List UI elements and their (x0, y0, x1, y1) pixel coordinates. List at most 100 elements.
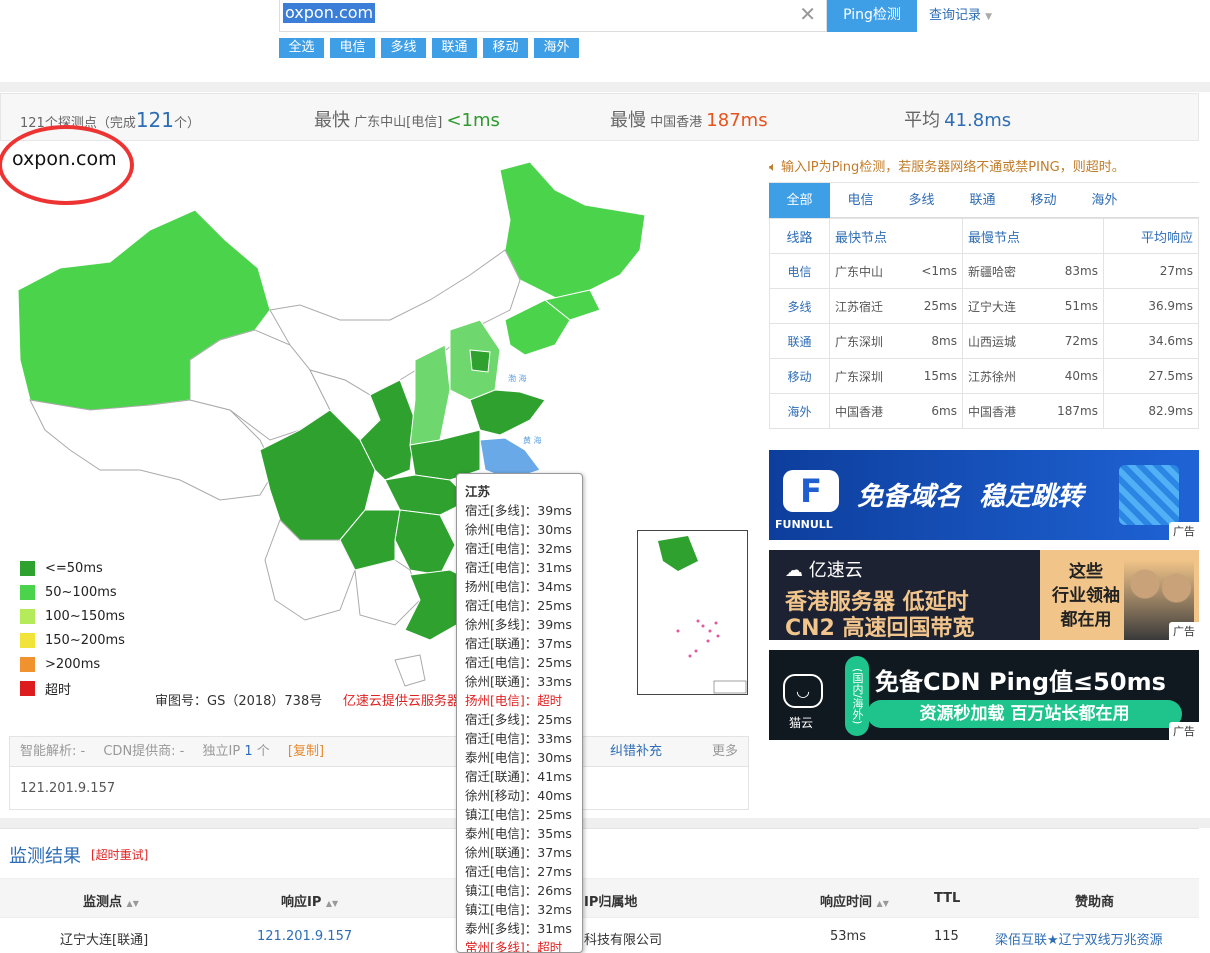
filter-telecom[interactable]: 电信 (330, 38, 375, 58)
ad-banner-funnull[interactable]: F FUNNULL 免备域名 稳定跳转 广告 (769, 450, 1199, 540)
fast-node: 广东中山 (829, 253, 905, 289)
dns-info-panel: 智能解析: - CDN提供商: - 独立IP 1 个 [复制] 纠错补充 更多 … (9, 736, 749, 810)
retry-timeout-button[interactable]: [超时重试] (91, 846, 148, 863)
legend-item: 100~150ms (20, 604, 125, 628)
filter-mobile[interactable]: 移动 (483, 38, 528, 58)
slow-node: 中国香港 (962, 393, 1043, 429)
region-shandong (469, 389, 546, 436)
ad-banner-maoyun[interactable]: ◡ 猫云 (国内/海外) 免备CDN Ping值≤50ms 资源秒加载 百万站长… (769, 650, 1199, 740)
sort-icon: ▲▼ (325, 899, 339, 908)
notice: 🔈︎ 输入IP为Ping检测，若服务器网络不通或禁PING，则超时。 (769, 160, 1125, 175)
legend-swatch (20, 656, 35, 672)
tooltip-row: 宿迁[多线]：39ms (465, 503, 572, 518)
region-hainan (394, 654, 426, 687)
ad-side-text: 这些 行业领袖 都在用 (1052, 562, 1120, 630)
tooltip-title: 江苏 (465, 484, 491, 499)
more-link[interactable]: 更多 (712, 737, 738, 767)
tooltip-row: 扬州[电信]：超时 (465, 693, 563, 708)
tab-multiline[interactable]: 多线 (891, 183, 952, 218)
tab-all[interactable]: 全部 (769, 183, 830, 218)
legend-item: 150~200ms (20, 628, 125, 652)
average-stat: 平均 41.8ms (904, 110, 1012, 131)
avg-value: 82.9ms (1103, 393, 1199, 429)
legend-item: 50~100ms (20, 580, 125, 604)
close-icon[interactable]: ✕ (799, 2, 816, 26)
server-cubes-icon (1119, 465, 1179, 525)
tooltip-row: 泰州[电信]：30ms (465, 750, 572, 765)
slow-node: 江苏徐州 (962, 358, 1043, 394)
divider (0, 818, 1210, 828)
ip-count: 1 (244, 744, 253, 759)
tab-overseas[interactable]: 海外 (1074, 183, 1135, 218)
col-node[interactable]: 监测点 ▲▼ (83, 891, 139, 910)
avg-value: 27ms (1103, 253, 1199, 289)
tooltip-row: 宿迁[联通]：41ms (465, 769, 572, 784)
ad-tag: 广告 (1169, 722, 1199, 740)
tooltip-row: 泰州[多线]：31ms (465, 921, 572, 936)
cat-logo-icon: ◡ (783, 674, 823, 708)
history-label: 查询记录 (929, 8, 982, 23)
region-hunan (394, 509, 456, 576)
avg-value: 36.9ms (1103, 288, 1199, 324)
col-location: IP归属地 (584, 895, 638, 910)
tooltip-row: 宿迁[电信]：27ms (465, 864, 572, 879)
tooltip-row: 宿迁[联通]：37ms (465, 636, 572, 651)
fast-node: 广东深圳 (829, 323, 905, 359)
tooltip-row: 镇江[电信]：26ms (465, 883, 572, 898)
legend-item: >200ms (20, 652, 125, 676)
filter-multiline[interactable]: 多线 (381, 38, 426, 58)
th-line: 线路 (769, 218, 830, 254)
tooltip-row: 宿迁[电信]：31ms (465, 560, 572, 575)
result-ip[interactable]: 121.201.9.157 (257, 929, 352, 944)
fast-value: 15ms (904, 358, 963, 394)
filter-all[interactable]: 全选 (279, 38, 324, 58)
table-header-row: 线路 最快节点 最慢节点 平均响应 (769, 218, 1199, 254)
legend-item: <=50ms (20, 556, 125, 580)
divider (0, 82, 1210, 92)
ad-tag: 广告 (1169, 522, 1199, 540)
tab-mobile[interactable]: 移动 (1013, 183, 1074, 218)
tooltip-row: 宿迁[电信]：32ms (465, 541, 572, 556)
line-name[interactable]: 多线 (769, 288, 830, 324)
history-link[interactable]: 查询记录 ▼ (929, 4, 992, 23)
funnull-logo-icon: F (783, 470, 839, 512)
table-row: 多线 江苏宿迁 25ms 辽宁大连 51ms 36.9ms (769, 288, 1199, 324)
tab-unicom[interactable]: 联通 (952, 183, 1013, 218)
line-name[interactable]: 移动 (769, 358, 830, 394)
svg-text:黄 海: 黄 海 (523, 435, 542, 445)
speaker-icon: 🔈︎ (769, 160, 777, 175)
copy-button[interactable]: [复制] (288, 744, 324, 759)
slow-value: 51ms (1042, 288, 1104, 324)
table-row: 联通 广东深圳 8ms 山西运城 72ms 34.6ms (769, 323, 1199, 359)
line-name[interactable]: 联通 (769, 323, 830, 359)
line-name[interactable]: 电信 (769, 253, 830, 289)
line-name[interactable]: 海外 (769, 393, 830, 429)
tooltip-row: 徐州[移动]：40ms (465, 788, 572, 803)
fast-node: 中国香港 (829, 393, 905, 429)
filter-unicom[interactable]: 联通 (432, 38, 477, 58)
chevron-down-icon: ▼ (985, 12, 993, 22)
sort-icon: ▲▼ (876, 899, 889, 908)
col-ip[interactable]: 响应IP ▲▼ (281, 891, 338, 910)
col-time[interactable]: 响应时间 ▲▼ (820, 891, 889, 910)
ad-headline: 免备域名 稳定跳转 (857, 482, 1084, 512)
tooltip-row: 镇江[电信]：25ms (465, 807, 572, 822)
result-node: 辽宁大连[联通] (60, 933, 149, 948)
ad-brand: 猫云 (789, 716, 814, 730)
tab-telecom[interactable]: 电信 (830, 183, 891, 218)
search-input[interactable]: oxpon.com (283, 3, 376, 23)
tooltip-row: 徐州[联通]：37ms (465, 845, 572, 860)
filter-overseas[interactable]: 海外 (534, 38, 579, 58)
legend-item: 超时 (20, 676, 125, 700)
ad-banner-yisu[interactable]: ☁︎ 亿速云 香港服务器 低延时 CN2 高速回国带宽 这些 行业领袖 都在用 广告 (769, 550, 1199, 640)
provider-link[interactable]: 亿速云提供云服务器 (343, 694, 460, 709)
col-sponsor: 赞助商 (1075, 895, 1115, 910)
avg-value: 27.5ms (1103, 358, 1199, 394)
search-box[interactable]: oxpon.com ✕ (279, 0, 827, 32)
tooltip-row: 徐州[多线]：39ms (465, 617, 572, 632)
ping-button[interactable]: Ping检测 (827, 0, 917, 32)
result-sponsor[interactable]: 梁佰互联★辽宁双线万兆资源 (995, 929, 1163, 948)
report-link[interactable]: 纠错补充 (610, 737, 662, 767)
tooltip-row: 徐州[联通]：33ms (465, 674, 572, 689)
tooltip-row: 扬州[电信]：34ms (465, 579, 572, 594)
